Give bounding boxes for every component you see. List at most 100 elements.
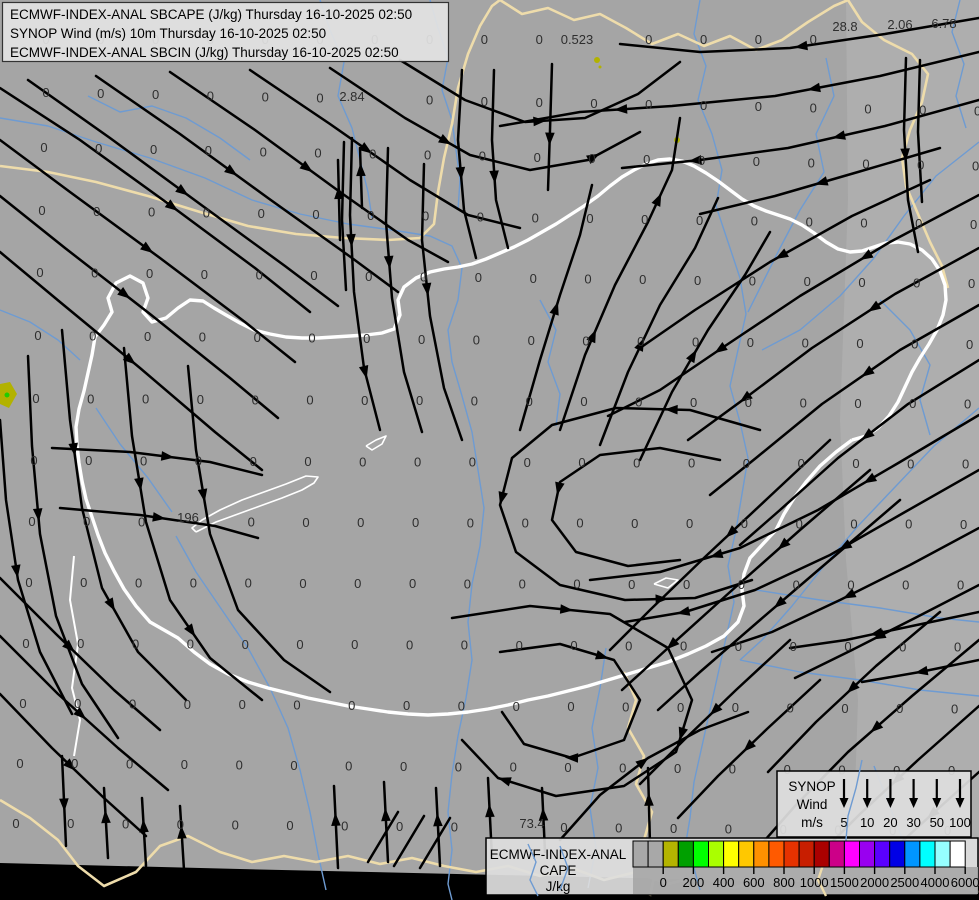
station-value: 0: [582, 333, 589, 348]
station-value: 0: [858, 275, 865, 290]
station-value: 0: [426, 93, 433, 108]
synop-legend-title: SYNOP: [788, 779, 835, 794]
station-value: 0: [802, 336, 809, 351]
colorbar-tick-label: 2500: [890, 875, 919, 890]
station-value-special: 28.8: [832, 19, 857, 34]
station-value: 0: [619, 761, 626, 776]
colorbar-cell: [920, 841, 935, 867]
station-value: 0: [464, 576, 471, 591]
station-value: 0: [132, 636, 139, 651]
station-value: 0: [751, 214, 758, 229]
station-value: 0: [625, 638, 632, 653]
colorbar-tick-label: 1000: [800, 875, 829, 890]
station-value: 0: [631, 516, 638, 531]
station-value: 0: [354, 576, 361, 591]
station-value: 0: [810, 100, 817, 115]
colorbar-cell: [829, 841, 844, 867]
station-value: 0: [95, 141, 102, 156]
station-value: 0: [745, 395, 752, 410]
station-value: 0: [749, 273, 756, 288]
station-value: 0: [422, 209, 429, 224]
colorbar-tick-label: 6000: [951, 875, 979, 890]
station-value: 0: [864, 101, 871, 116]
station-value: 0: [635, 395, 642, 410]
title-line-sbcin: ECMWF-INDEX-ANAL SBCIN (J/kg) Thursday 1…: [10, 45, 399, 60]
station-value: 0: [195, 454, 202, 469]
station-value: 0: [254, 330, 261, 345]
station-value: 0: [129, 697, 136, 712]
cape-colorbar: 0200400600800100015002000250040006000: [633, 841, 979, 890]
station-value: 0: [615, 821, 622, 836]
station-value: 0: [32, 391, 39, 406]
station-value: 0: [412, 515, 419, 530]
station-value: 0: [732, 700, 739, 715]
station-value: 0: [477, 210, 484, 225]
station-value: 0: [239, 697, 246, 712]
station-value: 0: [85, 453, 92, 468]
station-value: 0: [725, 821, 732, 836]
station-value: 0: [248, 515, 255, 530]
station-value: 0: [258, 206, 265, 221]
station-value: 0: [698, 153, 705, 168]
station-value: 0: [348, 698, 355, 713]
station-value: 0: [645, 97, 652, 112]
station-value: 0: [567, 699, 574, 714]
station-value: 0: [645, 32, 652, 47]
station-value-special: 2.06: [887, 17, 912, 32]
station-value: 0: [907, 456, 914, 471]
station-value: 0: [806, 214, 813, 229]
station-value: 0: [970, 217, 977, 232]
station-value: 0: [852, 456, 859, 471]
station-value: 0: [351, 637, 358, 652]
station-value: 0: [471, 394, 478, 409]
station-value: 0: [902, 578, 909, 593]
station-value: 0: [290, 758, 297, 773]
station-value: 0: [144, 329, 151, 344]
station-value: 0: [528, 333, 535, 348]
colorbar-tick-label: 200: [683, 875, 705, 890]
station-value: 0: [197, 392, 204, 407]
station-value: 0: [205, 143, 212, 158]
station-value: 0: [414, 454, 421, 469]
station-value: 0: [913, 275, 920, 290]
station-value: 0: [87, 391, 94, 406]
station-value: 0: [359, 454, 366, 469]
station-value: 0: [296, 637, 303, 652]
title-line-wind: SYNOP Wind (m/s) 10m Thursday 16-10-2025…: [10, 26, 326, 41]
station-value: 0: [905, 517, 912, 532]
station-value: 0: [964, 397, 971, 412]
station-value: 0: [576, 516, 583, 531]
station-value: 0: [804, 274, 811, 289]
station-value-special: 73.4: [519, 816, 544, 831]
station-value: 0: [312, 207, 319, 222]
station-value: 0: [187, 637, 194, 652]
station-value: 0: [510, 760, 517, 775]
station-value: 0: [516, 638, 523, 653]
station-value: 0: [80, 575, 87, 590]
station-value: 0: [909, 396, 916, 411]
station-value: 0: [796, 516, 803, 531]
cape-spot: [5, 393, 10, 398]
station-value: 0: [696, 213, 703, 228]
station-value: 0: [12, 816, 19, 831]
station-value: 0: [536, 32, 543, 47]
station-value: 0: [299, 576, 306, 591]
station-value: 0: [232, 818, 239, 833]
station-value: 0: [22, 636, 29, 651]
station-value: 0: [590, 96, 597, 111]
station-value: 0: [513, 699, 520, 714]
station-value: 0: [245, 576, 252, 591]
station-value: 0: [526, 394, 533, 409]
station-value: 0: [308, 331, 315, 346]
station-value: 0: [181, 757, 188, 772]
station-value: 0: [755, 99, 762, 114]
station-value: 0: [304, 454, 311, 469]
station-value: 0: [677, 700, 684, 715]
station-value: 0: [236, 758, 243, 773]
station-value: 0: [140, 453, 147, 468]
station-value: 0: [345, 758, 352, 773]
station-value: 0: [201, 267, 208, 282]
station-value: 0: [146, 266, 153, 281]
station-value: 0: [564, 760, 571, 775]
station-value: 0: [152, 87, 159, 102]
